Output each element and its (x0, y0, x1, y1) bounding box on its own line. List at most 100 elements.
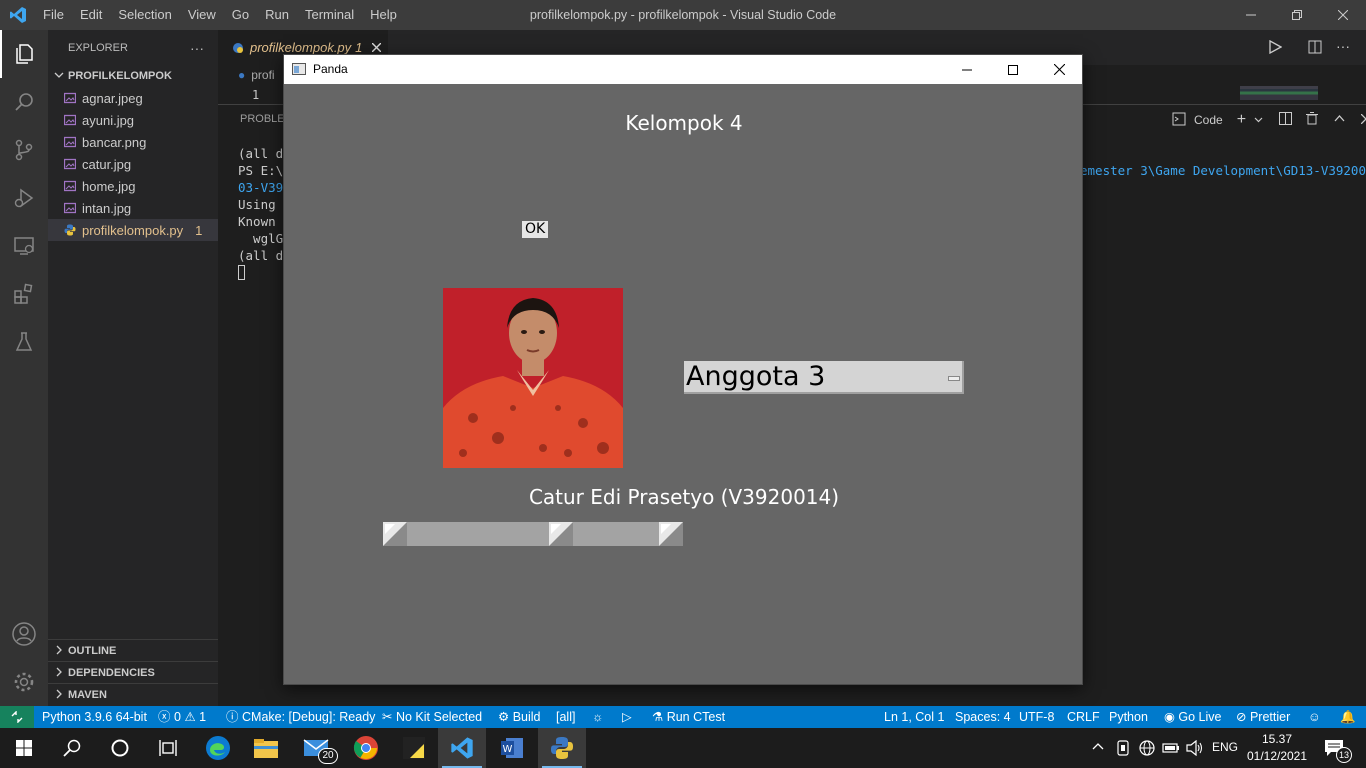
search-icon[interactable] (0, 78, 48, 126)
mail-icon[interactable]: 20 (292, 728, 340, 768)
minimize-icon[interactable] (944, 55, 990, 84)
encoding[interactable]: UTF-8 (1019, 706, 1054, 728)
file-item[interactable]: catur.jpg (48, 153, 218, 175)
testing-icon[interactable] (0, 318, 48, 366)
notifications-bell-icon[interactable]: 🔔 (1340, 706, 1356, 728)
menu-selection[interactable]: Selection (110, 0, 179, 30)
menu-terminal[interactable]: Terminal (297, 0, 362, 30)
python-app-icon[interactable] (538, 728, 586, 768)
prettier-button[interactable]: ⊘ Prettier (1236, 706, 1290, 728)
go-live-label: Go Live (1178, 710, 1222, 724)
chrome-icon[interactable] (342, 728, 390, 768)
menu-help[interactable]: Help (362, 0, 405, 30)
sticky-notes-icon[interactable] (390, 728, 438, 768)
close-panel-icon[interactable] (1360, 113, 1366, 127)
word-icon[interactable]: W (488, 728, 536, 768)
explorer-icon[interactable] (0, 30, 48, 78)
volume-icon[interactable] (1186, 739, 1204, 759)
terminal-name[interactable]: Code (1194, 113, 1223, 127)
line-ending[interactable]: CRLF (1067, 706, 1100, 728)
file-item[interactable]: intan.jpg (48, 197, 218, 219)
build-button[interactable]: ⚙ Build (498, 706, 541, 728)
menu-view[interactable]: View (180, 0, 224, 30)
task-view-icon[interactable] (144, 728, 192, 768)
search-icon[interactable] (48, 728, 96, 768)
slider-left-arrow-icon[interactable] (383, 522, 407, 549)
maximize-icon[interactable] (990, 55, 1036, 84)
file-item[interactable]: home.jpg (48, 175, 218, 197)
tab-badge: 1 (355, 40, 363, 55)
minimize-icon[interactable] (1228, 0, 1274, 30)
close-icon[interactable] (1036, 55, 1082, 84)
account-icon[interactable] (0, 610, 48, 658)
ok-button[interactable]: OK (522, 221, 549, 238)
tab-close-icon[interactable] (371, 40, 382, 55)
panda-titlebar[interactable]: Panda (284, 55, 1082, 84)
image-file-icon (64, 136, 76, 148)
feedback-icon[interactable]: ☺ (1308, 706, 1321, 728)
debug-icon[interactable]: ☼ (592, 706, 603, 728)
problems-status[interactable]: ⓧ 0 ⚠ 1 (158, 706, 206, 728)
python-interpreter[interactable]: Python 3.9.6 64-bit (42, 706, 147, 728)
indentation[interactable]: Spaces: 4 (955, 706, 1011, 728)
outline-section[interactable]: OUTLINE (48, 639, 218, 662)
slider-track[interactable] (383, 522, 683, 546)
vscode-taskbar-icon[interactable] (438, 728, 486, 768)
file-explorer-icon[interactable] (242, 728, 290, 768)
more-actions-icon[interactable]: ··· (190, 40, 204, 56)
menu-file[interactable]: File (35, 0, 72, 30)
menu-run[interactable]: Run (257, 0, 297, 30)
split-terminal-icon[interactable] (1279, 112, 1293, 128)
dependencies-section[interactable]: DEPENDENCIES (48, 661, 218, 684)
file-item-active[interactable]: profilkelompok.py 1 (48, 219, 218, 241)
svg-text:W: W (503, 744, 513, 755)
extensions-icon[interactable] (0, 270, 48, 318)
ctest-button[interactable]: ⚗ Run CTest (652, 706, 725, 728)
gear-icon[interactable] (0, 658, 48, 706)
file-item[interactable]: ayuni.jpg (48, 109, 218, 131)
chevron-up-icon[interactable] (1334, 113, 1345, 127)
edge-icon[interactable] (194, 728, 242, 768)
cursor-position[interactable]: Ln 1, Col 1 (884, 706, 944, 728)
battery-icon[interactable] (1162, 741, 1180, 758)
clock[interactable]: 15.37 01/12/2021 (1246, 731, 1308, 765)
slider-thumb[interactable] (549, 522, 573, 549)
globe-icon[interactable] (1139, 740, 1155, 759)
run-debug-icon[interactable] (0, 174, 48, 222)
language-mode[interactable]: Python (1109, 706, 1148, 728)
slider-right-arrow-icon[interactable] (659, 522, 683, 549)
folder-header[interactable]: PROFILKELOMPOK (48, 65, 218, 87)
breadcrumb: ● profi (238, 68, 275, 82)
chevron-up-icon[interactable] (1092, 741, 1104, 756)
build-target[interactable]: [all] (556, 706, 575, 728)
remote-explorer-icon[interactable] (0, 222, 48, 270)
maven-section[interactable]: MAVEN (48, 683, 218, 706)
split-editor-icon[interactable] (1308, 40, 1322, 57)
menu-edit[interactable]: Edit (72, 0, 110, 30)
close-icon[interactable] (1320, 0, 1366, 30)
source-control-icon[interactable] (0, 126, 48, 174)
run-python-icon[interactable] (1268, 39, 1283, 57)
chevron-down-icon[interactable] (1254, 113, 1263, 127)
restore-icon[interactable] (1274, 0, 1320, 30)
file-item[interactable]: agnar.jpeg (48, 87, 218, 109)
input-language[interactable]: ENG (1212, 740, 1238, 754)
error-count: 0 (174, 710, 181, 724)
remote-indicator-icon[interactable] (0, 706, 34, 728)
member-dropdown[interactable]: Anggota 3 (684, 361, 964, 394)
launch-icon[interactable]: ▷ (622, 706, 632, 728)
tray-app-icon[interactable] (1116, 740, 1130, 759)
file-item[interactable]: bancar.png (48, 131, 218, 153)
trash-icon[interactable] (1306, 112, 1319, 128)
more-actions-icon[interactable]: ··· (1336, 38, 1350, 54)
action-center-icon[interactable]: 13 (1324, 739, 1352, 763)
start-button-icon[interactable] (0, 728, 48, 768)
kit-status[interactable]: ✂ No Kit Selected (382, 706, 482, 728)
cortana-icon[interactable] (96, 728, 144, 768)
cmake-label: CMake: [Debug]: Ready (242, 710, 376, 724)
cmake-status[interactable]: ⓘ CMake: [Debug]: Ready (226, 706, 375, 728)
add-terminal-icon[interactable]: + (1237, 111, 1246, 129)
menu-go[interactable]: Go (224, 0, 257, 30)
go-live-button[interactable]: ◉ Go Live (1164, 706, 1222, 728)
minimap[interactable] (1240, 86, 1318, 100)
